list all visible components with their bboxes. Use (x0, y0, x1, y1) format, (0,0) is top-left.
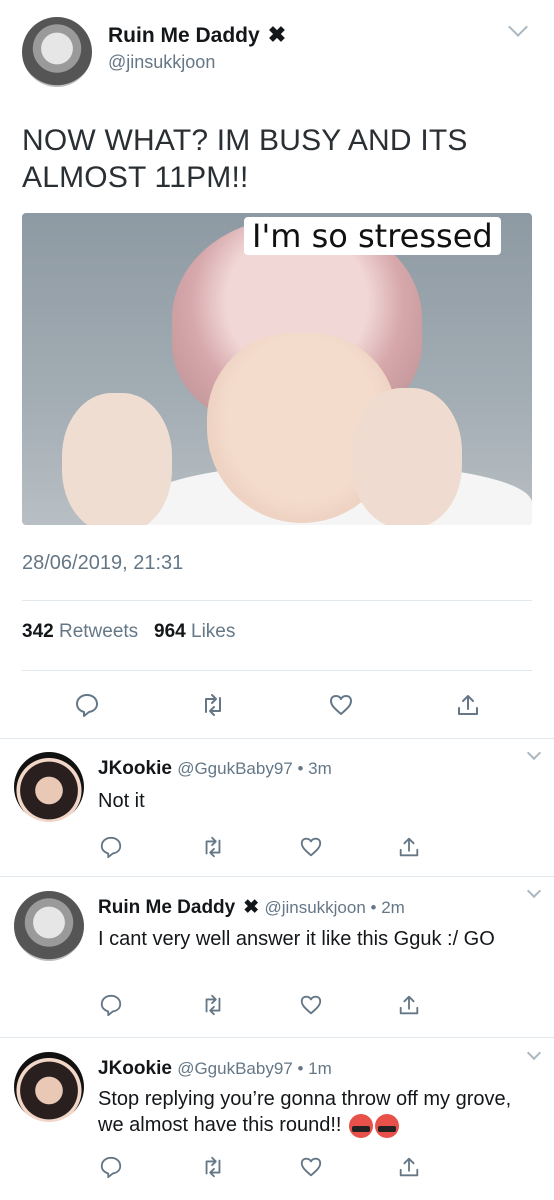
divider (22, 600, 532, 601)
author-handle[interactable]: @jinsukkjoon (108, 52, 215, 73)
share-icon (399, 837, 419, 857)
retweet-button[interactable] (198, 832, 228, 862)
heart-icon (300, 837, 322, 857)
likes-count: 964 (154, 621, 186, 642)
reply-icon (100, 1156, 122, 1179)
retweet-button[interactable] (198, 990, 228, 1020)
author-handle[interactable]: @GgukBaby97 • 1m (177, 1059, 332, 1078)
chevron-down-icon[interactable] (526, 745, 542, 761)
retweet-button[interactable] (198, 690, 228, 720)
share-icon (399, 1157, 419, 1177)
tweet-image[interactable]: I'm so stressed (22, 213, 532, 525)
avatar[interactable] (14, 752, 84, 822)
retweets-count: 342 (22, 621, 54, 642)
heart-icon (300, 995, 322, 1015)
chevron-down-icon[interactable] (526, 883, 542, 899)
share-button[interactable] (394, 832, 424, 862)
avatar[interactable] (14, 1052, 84, 1122)
reply-text: Stop replying you’re gonna throw off my … (98, 1086, 518, 1138)
like-button[interactable] (296, 832, 326, 862)
left-hand-shape (62, 393, 172, 525)
like-button[interactable] (326, 690, 356, 720)
angry-face-icon (375, 1113, 400, 1138)
likes-stat[interactable]: 964 Likes (154, 621, 235, 642)
likes-label: Likes (191, 621, 236, 642)
reply-text-content: Stop replying you’re gonna throw off my … (98, 1088, 512, 1136)
right-hand-shape (352, 388, 462, 525)
author-name-text[interactable]: Ruin Me Daddy (108, 24, 260, 47)
divider (22, 670, 532, 671)
x-mark-icon: ✖ (267, 22, 287, 47)
author-handle[interactable]: @jinsukkjoon • 2m (264, 898, 404, 917)
retweet-icon (205, 1156, 221, 1178)
share-button[interactable] (394, 990, 424, 1020)
reply-button[interactable] (96, 990, 126, 1020)
retweet-icon (205, 836, 221, 858)
reply-button[interactable] (96, 832, 126, 862)
divider (0, 1037, 554, 1038)
like-button[interactable] (296, 1152, 326, 1182)
divider (0, 876, 554, 877)
retweet-icon (205, 994, 221, 1016)
author-name-text[interactable]: Ruin Me Daddy (98, 897, 235, 918)
avatar[interactable] (14, 891, 84, 961)
author-handle[interactable]: @GgukBaby97 • 3m (177, 759, 332, 778)
image-caption: I'm so stressed (244, 217, 501, 255)
tweet-text: NOW WHAT? IM BUSY AND ITS ALMOST 11PM!! (22, 124, 468, 194)
reply-icon (100, 994, 122, 1017)
reply-button[interactable] (96, 1152, 126, 1182)
reply-time: • 3m (297, 759, 332, 778)
share-icon (458, 695, 478, 715)
main-tweet: Ruin Me Daddy ✖ @jinsukkjoon NOW WHAT? IM… (0, 0, 554, 738)
author-name[interactable]: JKookie @GgukBaby97 • 3m (98, 758, 332, 780)
share-button[interactable] (394, 1152, 424, 1182)
reply-time: • 2m (370, 898, 405, 917)
like-button[interactable] (296, 990, 326, 1020)
retweets-label: Retweets (58, 621, 139, 642)
heart-icon (300, 1157, 322, 1177)
retweets-stat[interactable]: 342 Retweets (22, 621, 138, 642)
reply-icon (76, 694, 98, 717)
divider (0, 738, 554, 739)
reply-button[interactable] (72, 690, 102, 720)
share-button[interactable] (453, 690, 483, 720)
heart-icon (330, 695, 352, 715)
author-name-text[interactable]: JKookie (98, 758, 172, 779)
handle-text[interactable]: @GgukBaby97 (177, 759, 293, 778)
author-name[interactable]: Ruin Me Daddy ✖ @jinsukkjoon • 2m (98, 896, 405, 919)
chevron-down-icon[interactable] (508, 17, 528, 37)
author-name[interactable]: JKookie @GgukBaby97 • 1m (98, 1058, 332, 1080)
retweet-icon (205, 694, 221, 716)
share-icon (399, 995, 419, 1015)
tweet-timestamp: 28/06/2019, 21:31 (22, 552, 184, 574)
reply-text: I cant very well answer it like this Ggu… (98, 928, 495, 950)
tweet-stats: 342 Retweets 964 Likes (22, 621, 235, 643)
reply-text: Not it (98, 790, 145, 812)
chevron-down-icon[interactable] (526, 1045, 542, 1061)
author-name-text[interactable]: JKookie (98, 1058, 172, 1079)
handle-text[interactable]: @jinsukkjoon (264, 898, 365, 917)
reply-icon (100, 836, 122, 859)
reply-time: • 1m (297, 1059, 332, 1078)
x-mark-icon: ✖ (243, 897, 260, 918)
handle-text[interactable]: @GgukBaby97 (177, 1059, 293, 1078)
author-name[interactable]: Ruin Me Daddy ✖ (108, 22, 286, 48)
avatar[interactable] (22, 17, 92, 87)
angry-face-icon (349, 1113, 374, 1138)
retweet-button[interactable] (198, 1152, 228, 1182)
